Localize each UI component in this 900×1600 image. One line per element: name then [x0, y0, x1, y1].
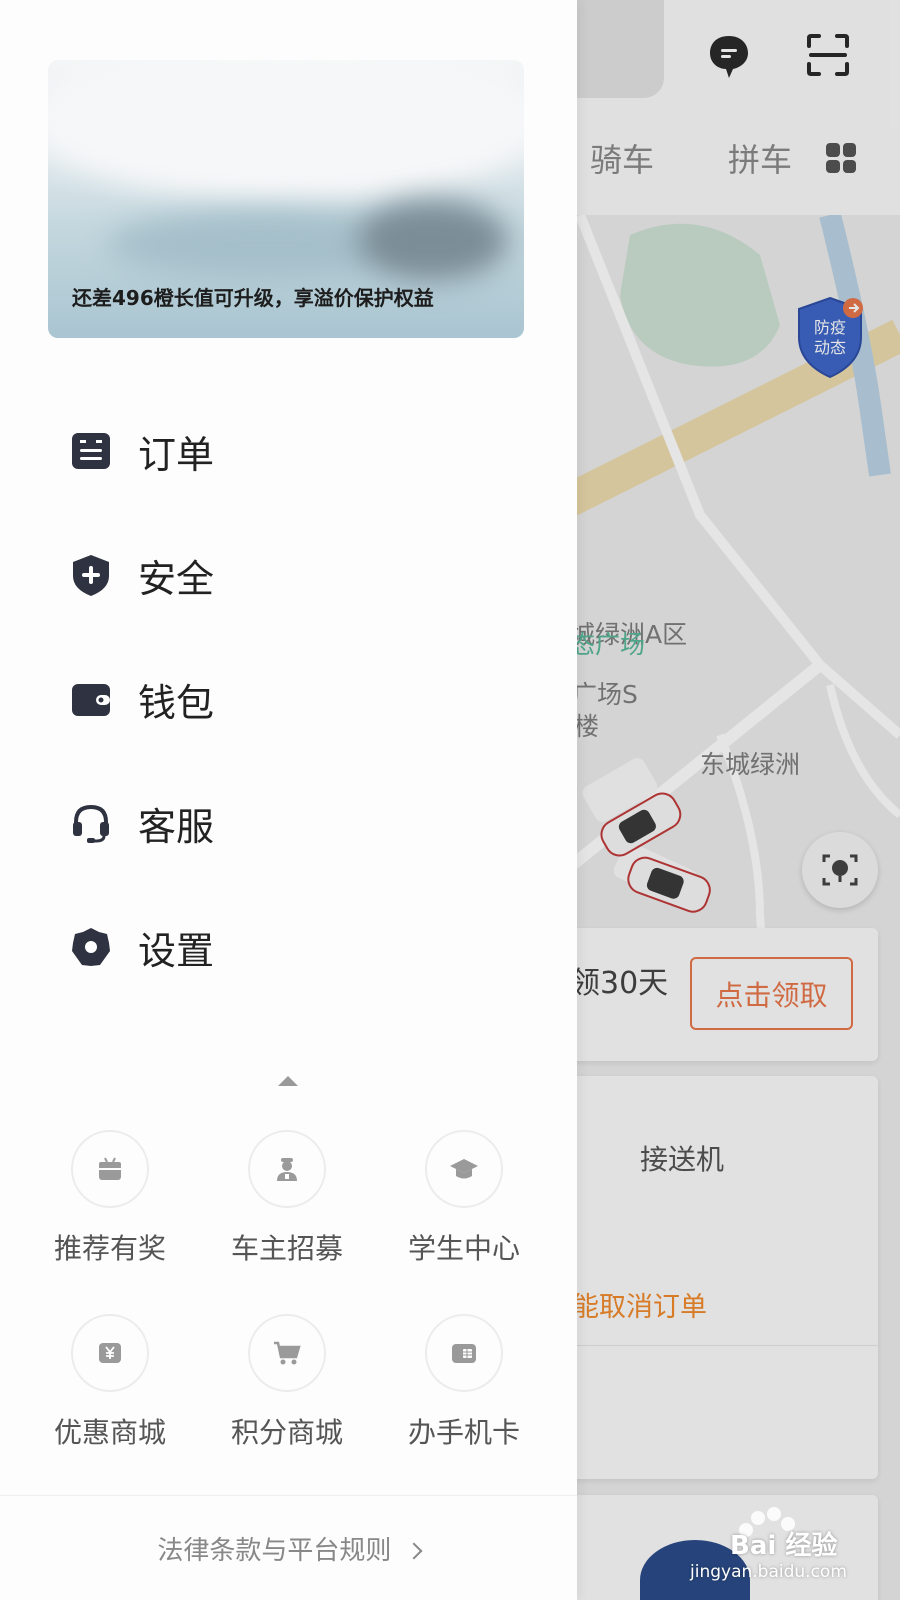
cart-icon [248, 1314, 326, 1392]
menu-label-safety: 安全 [138, 556, 215, 601]
menu-label-service: 客服 [138, 804, 215, 849]
chevron-right-icon [405, 1542, 423, 1560]
menu-item-safety[interactable]: 安全 [70, 545, 510, 605]
menu-item-settings[interactable]: 设置 [70, 917, 510, 977]
sim-card-icon [425, 1314, 503, 1392]
legal-terms-link[interactable]: 法律条款与平台规则 [0, 1530, 577, 1567]
headset-icon [70, 802, 112, 844]
collapse-caret-icon[interactable] [278, 1076, 298, 1086]
service-label-points-mall: 积分商城 [230, 1416, 343, 1449]
menu-item-orders[interactable]: 订单 [70, 421, 510, 481]
footer-divider [0, 1495, 577, 1496]
driver-icon [248, 1130, 326, 1208]
profile-blur-dark [358, 200, 508, 280]
watermark-url: jingyan.baidu.com [690, 1562, 847, 1582]
menu-label-wallet: 钱包 [138, 680, 215, 725]
legal-terms-label: 法律条款与平台规则 [157, 1536, 392, 1566]
service-label-driver-recruit: 车主招募 [230, 1232, 343, 1265]
wallet-icon [70, 678, 112, 720]
service-label-student-center: 学生中心 [407, 1232, 520, 1265]
service-student-center[interactable]: 学生中心 [389, 1130, 539, 1290]
menu-label-settings: 设置 [138, 928, 215, 973]
profile-card[interactable]: 还差496橙长值可升级，享溢价保护权益 [48, 60, 524, 338]
menu-item-wallet[interactable]: 钱包 [70, 669, 510, 729]
service-label-discount-mall: 优惠商城 [53, 1416, 166, 1449]
side-drawer: 还差496橙长值可升级，享溢价保护权益 订单 安全 钱包 客服 设置 推荐有奖 … [0, 0, 577, 1600]
service-sim-card[interactable]: 办手机卡 [389, 1314, 539, 1474]
order-icon [70, 430, 112, 472]
settings-gear-icon [70, 926, 112, 968]
service-label-referral: 推荐有奖 [53, 1232, 166, 1265]
profile-blur-top [48, 60, 524, 200]
menu-label-orders: 订单 [138, 432, 215, 477]
service-discount-mall[interactable]: 优惠商城 [35, 1314, 185, 1474]
yuan-icon [71, 1314, 149, 1392]
service-driver-recruit[interactable]: 车主招募 [212, 1130, 362, 1290]
graduation-cap-icon [425, 1130, 503, 1208]
service-points-mall[interactable]: 积分商城 [212, 1314, 362, 1474]
upgrade-text: 还差496橙长值可升级，享溢价保护权益 [72, 286, 434, 310]
safety-shield-icon [70, 554, 112, 596]
service-label-sim-card: 办手机卡 [407, 1416, 520, 1449]
menu-item-service[interactable]: 客服 [70, 793, 510, 853]
watermark-brand: Bai 经验 [730, 1531, 838, 1561]
gift-icon [71, 1130, 149, 1208]
service-referral[interactable]: 推荐有奖 [35, 1130, 185, 1290]
